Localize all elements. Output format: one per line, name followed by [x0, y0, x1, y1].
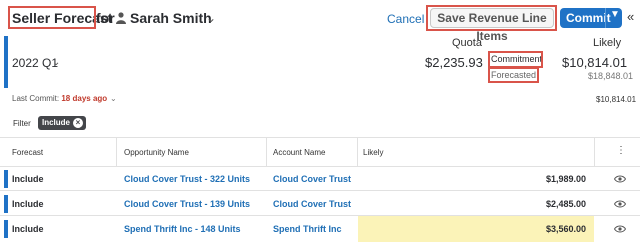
- user-icon: [116, 12, 126, 24]
- row-opportunity-link[interactable]: Spend Thrift Inc - 148 Units: [124, 224, 241, 234]
- period-accent-bar: [4, 36, 8, 88]
- filter-pill-label: Include: [42, 118, 71, 127]
- caret-down-icon[interactable]: ▼: [610, 9, 620, 20]
- column-header-opportunity[interactable]: Opportunity Name: [124, 148, 189, 157]
- eye-icon[interactable]: [614, 175, 626, 183]
- column-divider: [594, 138, 595, 166]
- last-commit-value: $10,814.01: [596, 95, 637, 104]
- row-account-link[interactable]: Spend Thrift Inc: [273, 224, 342, 234]
- filter-pill-include[interactable]: Include ×: [38, 116, 87, 130]
- column-header-likely[interactable]: Likely: [363, 148, 383, 157]
- row-likely-value[interactable]: $1,989.00: [546, 174, 586, 184]
- chevron-down-icon[interactable]: ⌄: [52, 57, 60, 68]
- chevron-down-icon[interactable]: ⌄: [206, 11, 216, 25]
- row-likely-value[interactable]: $2,485.00: [546, 199, 586, 209]
- row-opportunity-link[interactable]: Cloud Cover Trust - 139 Units: [124, 199, 250, 209]
- column-divider: [266, 138, 267, 166]
- row-likely-value[interactable]: $3,560.00: [546, 224, 586, 234]
- last-commit: Last Commit: 18 days ago: [12, 94, 107, 103]
- row-accent-bar: [4, 220, 8, 238]
- row-accent-bar: [4, 170, 8, 188]
- quota-heading: Quota: [452, 37, 482, 49]
- row-accent-bar: [4, 195, 8, 213]
- commitment-value: $10,814.01: [562, 55, 628, 70]
- table-top-border: [0, 137, 640, 138]
- collapse-icon[interactable]: «: [627, 9, 634, 24]
- row-account-link[interactable]: Cloud Cover Trust: [273, 174, 351, 184]
- row-forecast[interactable]: Include: [12, 224, 44, 234]
- last-commit-label: Last Commit:: [12, 94, 60, 103]
- remove-filter-icon[interactable]: ×: [73, 118, 84, 128]
- eye-icon[interactable]: [614, 200, 626, 208]
- title-connector: for: [96, 10, 115, 26]
- annotation-box-save: [426, 5, 557, 31]
- filter-label: Filter: [13, 119, 31, 128]
- row-forecast[interactable]: Include: [12, 174, 44, 184]
- forecasted-value: $18,848.01: [588, 71, 634, 81]
- commit-split-divider: [605, 8, 606, 28]
- annotation-box-title: [8, 6, 96, 29]
- more-options-icon[interactable]: ⋮: [616, 145, 626, 156]
- row-opportunity-link[interactable]: Cloud Cover Trust - 322 Units: [124, 174, 250, 184]
- eye-icon[interactable]: [614, 225, 626, 233]
- column-divider: [116, 138, 117, 166]
- chevron-down-icon[interactable]: ⌄: [110, 94, 117, 103]
- quota-value: $2,235.93: [425, 55, 483, 70]
- table-header-border: [0, 166, 640, 167]
- annotation-box-commitment: [488, 51, 543, 68]
- row-divider: [0, 190, 640, 191]
- cancel-button[interactable]: Cancel: [387, 12, 424, 26]
- row-forecast[interactable]: Include: [12, 199, 44, 209]
- column-divider: [357, 138, 358, 166]
- last-commit-ago: 18 days ago: [61, 94, 108, 103]
- column-header-forecast[interactable]: Forecast: [12, 148, 43, 157]
- annotation-box-forecasted: [488, 67, 539, 83]
- row-account-link[interactable]: Cloud Cover Trust: [273, 199, 351, 209]
- column-header-account[interactable]: Account Name: [273, 148, 325, 157]
- user-name[interactable]: Sarah Smith: [130, 10, 212, 26]
- likely-heading: Likely: [593, 37, 622, 49]
